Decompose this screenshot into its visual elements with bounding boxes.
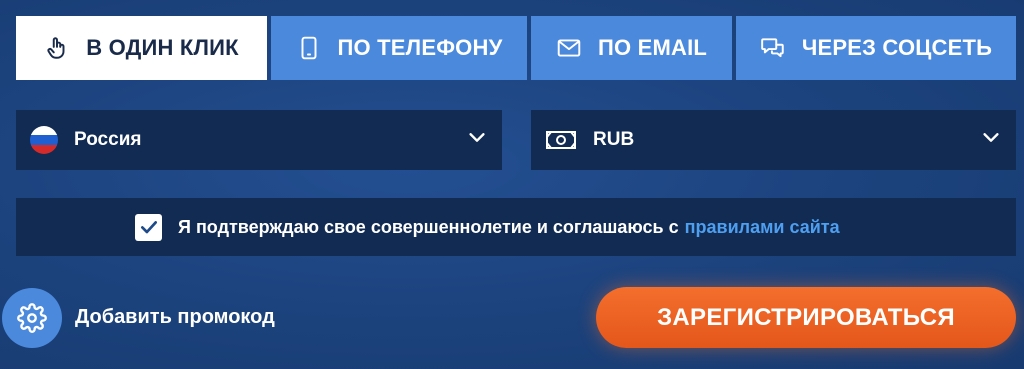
promo-code-label[interactable]: Добавить промокод [75, 306, 275, 329]
tab-email[interactable]: ПО EMAIL [531, 16, 732, 80]
currency-value: RUB [593, 129, 635, 150]
checkmark-icon [140, 221, 157, 234]
phone-icon [296, 35, 322, 61]
country-select[interactable]: Россия [16, 110, 502, 170]
russia-flag-icon [30, 126, 58, 154]
tab-label: ПО ТЕЛЕФОНУ [337, 35, 503, 60]
site-rules-link[interactable]: правилами сайта [685, 217, 840, 238]
envelope-icon [556, 35, 582, 61]
chat-bubbles-icon [760, 35, 786, 61]
promo-code-button[interactable] [2, 288, 62, 348]
chevron-down-icon [980, 126, 1002, 154]
tab-label: ПО EMAIL [597, 35, 708, 60]
chevron-down-icon [466, 126, 488, 154]
pointer-hand-icon [44, 35, 70, 61]
agreement-text: Я подтверждаю свое совершеннолетие и сог… [178, 216, 679, 237]
tab-label: ЧЕРЕЗ СОЦСЕТЬ [801, 35, 993, 60]
register-button[interactable]: ЗАРЕГИСТРИРОВАТЬСЯ [596, 287, 1016, 348]
tab-social[interactable]: ЧЕРЕЗ СОЦСЕТЬ [736, 16, 1016, 80]
country-value: Россия [74, 129, 142, 150]
banknote-icon [545, 128, 577, 152]
tab-one-click[interactable]: В ОДИН КЛИК [16, 16, 267, 80]
tab-phone[interactable]: ПО ТЕЛЕФОНУ [271, 16, 527, 80]
tab-label: В ОДИН КЛИК [86, 35, 239, 60]
currency-select[interactable]: RUB [531, 110, 1016, 170]
gear-icon [17, 303, 47, 333]
agreement-row: Я подтверждаю свое совершеннолетие и сог… [16, 198, 1016, 256]
agreement-checkbox[interactable] [135, 213, 162, 241]
